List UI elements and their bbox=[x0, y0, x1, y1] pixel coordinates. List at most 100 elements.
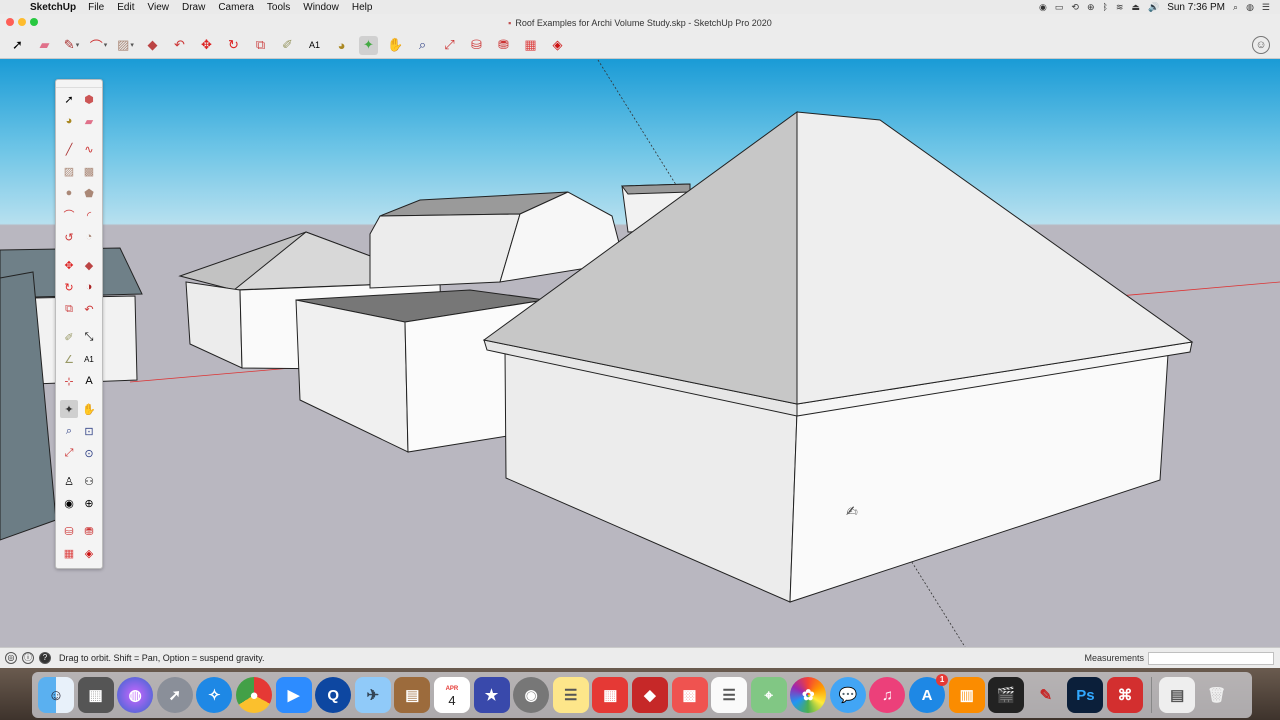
walk-icon[interactable]: ⚇ bbox=[80, 472, 98, 490]
offset-icon[interactable]: ↶ bbox=[80, 300, 98, 318]
previous-view-icon[interactable]: ⊙ bbox=[80, 444, 98, 462]
scale-icon[interactable]: ⧉ bbox=[60, 300, 78, 318]
launchpad-icon[interactable]: ➚ bbox=[156, 677, 193, 713]
close-window-button[interactable] bbox=[6, 18, 14, 26]
display-icon[interactable]: ▭ bbox=[1055, 2, 1064, 13]
app-menu[interactable]: SketchUp bbox=[30, 2, 76, 13]
zoom-window-icon[interactable]: ⊡ bbox=[80, 422, 98, 440]
notebook-icon[interactable]: ▤ bbox=[394, 677, 431, 713]
section-plane-icon[interactable]: ⊕ bbox=[80, 494, 98, 512]
trash-icon[interactable]: 🗑 bbox=[1199, 677, 1235, 713]
geo-location-icon[interactable]: ◎ bbox=[5, 652, 17, 664]
menu-view[interactable]: View bbox=[147, 2, 169, 13]
dimension-icon[interactable]: ⤡ bbox=[80, 328, 98, 346]
model-viewport[interactable]: ✍ bbox=[0, 59, 1280, 647]
push-pull-icon[interactable]: ◆ bbox=[143, 36, 162, 55]
extension-warehouse-icon[interactable]: ⛃ bbox=[494, 36, 513, 55]
scale-icon[interactable]: ⧉ bbox=[251, 36, 270, 55]
menu-tools[interactable]: Tools bbox=[267, 2, 290, 13]
chevron-down-icon[interactable]: ▾ bbox=[104, 41, 108, 49]
bluetooth-icon[interactable]: ᛒ bbox=[1103, 2, 1108, 12]
downloads-stack-icon[interactable]: ▤ bbox=[1159, 677, 1196, 713]
eraser-icon[interactable]: ▰ bbox=[35, 36, 54, 55]
sketchup-app-icon[interactable]: ◆ bbox=[631, 677, 668, 713]
user-account-icon[interactable]: ☺ bbox=[1252, 36, 1270, 54]
preview-icon[interactable]: ✈ bbox=[354, 677, 391, 713]
rectangle-icon[interactable]: ▨ ▾ bbox=[116, 36, 135, 55]
notes-icon[interactable]: ☰ bbox=[552, 677, 589, 713]
photoshop-icon[interactable]: Ps bbox=[1067, 677, 1104, 713]
finder-icon[interactable]: ☺ bbox=[38, 677, 74, 713]
volume-icon[interactable]: 🔊 bbox=[1148, 2, 1159, 13]
credits-icon[interactable]: ⓘ bbox=[22, 652, 34, 664]
zoom-icon[interactable]: ⌕ bbox=[60, 422, 78, 440]
extension-warehouse-icon[interactable]: ⛃ bbox=[80, 522, 98, 540]
calculator-icon[interactable]: ▦ bbox=[77, 677, 114, 713]
layout-app-icon[interactable]: ▦ bbox=[592, 677, 629, 713]
pan-icon[interactable]: ✋ bbox=[80, 400, 98, 418]
protractor-icon[interactable]: ∠ bbox=[60, 350, 78, 368]
line-icon[interactable]: ╱ bbox=[60, 140, 78, 158]
rectangle-icon[interactable]: ▨ bbox=[60, 162, 78, 180]
siri-icon[interactable]: ◍ bbox=[117, 677, 154, 713]
maps-icon[interactable]: ⌖ bbox=[750, 677, 787, 713]
paint-bucket-icon[interactable]: ◕ bbox=[332, 36, 351, 55]
zoom-extents-icon[interactable]: ⤢ bbox=[60, 444, 78, 462]
select-icon[interactable]: ➚ bbox=[60, 90, 78, 108]
ruby-icon[interactable]: ◈ bbox=[548, 36, 567, 55]
rotated-rectangle-icon[interactable]: ▩ bbox=[80, 162, 98, 180]
app-store-icon[interactable]: A 1 bbox=[909, 674, 949, 713]
safari-icon[interactable]: ✧ bbox=[196, 677, 233, 713]
line-icon[interactable]: ✎ ▾ bbox=[62, 36, 81, 55]
menu-help[interactable]: Help bbox=[352, 2, 373, 13]
tape-measure-icon[interactable]: ✐ bbox=[60, 328, 78, 346]
freehand-icon[interactable]: ∿ bbox=[80, 140, 98, 158]
rotate-icon[interactable]: ↻ bbox=[224, 36, 243, 55]
chevron-down-icon[interactable]: ▾ bbox=[130, 41, 134, 49]
large-tool-set-palette[interactable]: ➚ ⬢ ◕ ▰ ╱ ∿ ▨ ▩ ● ⬟ ⌒ ◜ ↺ ◔ ✥ ◆ ↻ ◑ ⧉ ↶ ✐ ⤡ ∠ A1 ⊹ A … bbox=[55, 79, 103, 569]
warehouse-icon[interactable]: ⛁ bbox=[60, 522, 78, 540]
eraser-icon[interactable]: ▰ bbox=[80, 112, 98, 130]
follow-me-icon[interactable]: ◑ bbox=[80, 278, 98, 296]
siri-icon[interactable]: ◍ bbox=[1246, 2, 1254, 13]
style-builder-icon[interactable]: ▩ bbox=[671, 677, 708, 713]
quicktime-icon[interactable]: Q bbox=[315, 677, 352, 713]
zoom-app-icon[interactable]: ▶ bbox=[275, 677, 312, 713]
position-camera-icon[interactable]: ♙ bbox=[60, 472, 78, 490]
chrome-icon[interactable]: ● bbox=[235, 677, 272, 713]
polygon-icon[interactable]: ⬟ bbox=[80, 184, 98, 202]
3d-text-icon[interactable]: A bbox=[80, 372, 98, 390]
orbit-icon[interactable]: ✦ bbox=[60, 400, 78, 418]
books-icon[interactable]: ▥ bbox=[948, 677, 985, 713]
zoom-extents-icon[interactable]: ⤢ bbox=[440, 36, 459, 55]
clock[interactable]: Sun 7:36 PM bbox=[1167, 2, 1225, 13]
imovie-icon[interactable]: ★ bbox=[473, 677, 510, 713]
circle-icon[interactable]: ● bbox=[60, 184, 78, 202]
look-around-icon[interactable]: ◉ bbox=[60, 494, 78, 512]
pan-icon[interactable]: ✋ bbox=[386, 36, 405, 55]
layout-icon[interactable]: ▦ bbox=[521, 36, 540, 55]
calendar-icon[interactable]: APR 4 bbox=[433, 677, 470, 713]
arc-icon[interactable]: ⌒ ▾ bbox=[89, 36, 108, 55]
rotate-icon[interactable]: ↻ bbox=[60, 278, 78, 296]
palette-handle[interactable] bbox=[56, 80, 102, 88]
wifi-icon[interactable]: ≋ bbox=[1116, 2, 1124, 13]
paint-bucket-icon[interactable]: ◕ bbox=[60, 112, 78, 130]
notification-center-icon[interactable]: ☰ bbox=[1262, 2, 1270, 13]
ruby-icon[interactable]: ◈ bbox=[80, 544, 98, 562]
select-icon[interactable]: ➚ bbox=[8, 36, 27, 55]
menu-draw[interactable]: Draw bbox=[182, 2, 205, 13]
arc-icon[interactable]: ⌒ bbox=[60, 206, 78, 224]
chevron-down-icon[interactable]: ▾ bbox=[76, 41, 80, 49]
screenshot-icon[interactable]: ◉ bbox=[513, 677, 550, 713]
messages-icon[interactable]: 💬 bbox=[829, 677, 866, 713]
menu-window[interactable]: Window bbox=[303, 2, 339, 13]
two-point-arc-icon[interactable]: ◜ bbox=[80, 206, 98, 224]
move-icon[interactable]: ✥ bbox=[60, 256, 78, 274]
instructor-icon[interactable]: ? bbox=[39, 652, 51, 664]
pie-icon[interactable]: ◔ bbox=[80, 228, 98, 246]
zoom-window-button[interactable] bbox=[30, 18, 38, 26]
measurements-input[interactable] bbox=[1148, 651, 1274, 665]
final-cut-icon[interactable]: 🎬 bbox=[988, 677, 1025, 713]
warehouse-icon[interactable]: ⛁ bbox=[467, 36, 486, 55]
